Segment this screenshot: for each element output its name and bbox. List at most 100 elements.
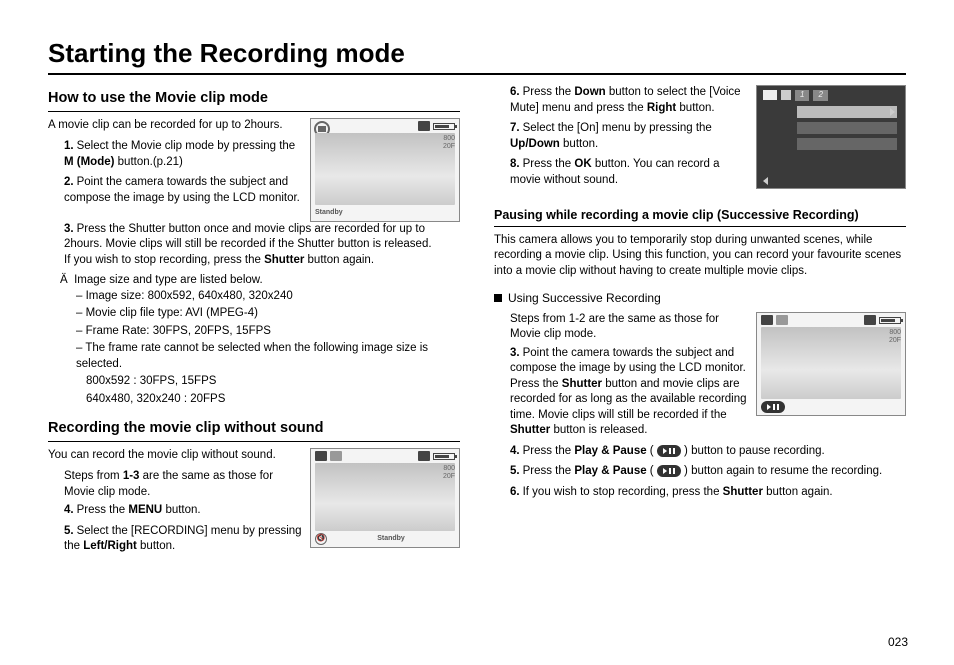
page-title: Starting the Recording mode <box>48 38 906 75</box>
step3-bold: Shutter <box>264 254 304 266</box>
play-pause-icon <box>761 401 785 413</box>
step-1: 1.Select the Movie clip mode by pressing… <box>64 139 302 170</box>
card-icon <box>418 451 430 461</box>
ss6-bold: Shutter <box>723 486 763 498</box>
step-3: 3.Press the Shutter button once and movi… <box>64 222 460 269</box>
movie-icon <box>761 315 773 325</box>
battery-icon <box>433 453 455 460</box>
menu-footer <box>763 177 899 185</box>
lcd-framerate: 20F <box>443 473 455 481</box>
r8-pre: Press the <box>523 158 575 170</box>
mute-circle-icon: 🔇 <box>315 533 327 545</box>
battery-icon <box>433 123 455 130</box>
r7-pre: Select the [On] menu by pressing the <box>523 122 712 134</box>
step-5: 5.Select the [RECORDING] menu by pressin… <box>64 524 302 555</box>
r6-b2: Right <box>647 102 676 114</box>
bullet-640: 640x480, 320x240 : 20FPS <box>48 392 460 408</box>
step3-post: button again. <box>304 254 374 266</box>
menu-row-selected <box>797 106 897 118</box>
square-bullet-icon <box>494 294 502 302</box>
left-column: How to use the Movie clip mode 800 20F S… <box>48 85 460 560</box>
menu-rows <box>797 106 897 154</box>
step1-bold: M (Mode) <box>64 156 114 168</box>
section-without-sound: Recording the movie clip without sound <box>48 419 460 442</box>
lcd-res-size: 800 <box>443 465 455 473</box>
s5-bold: Left/Right <box>83 540 137 552</box>
bullet-restriction: – The frame rate cannot be selected when… <box>48 341 460 372</box>
r7-bold: Up/Down <box>510 138 560 150</box>
bullet-800: 800x592 : 30FPS, 15FPS <box>48 374 460 390</box>
mute-icon <box>330 451 342 461</box>
r8-bold: OK <box>574 158 591 170</box>
r6-post: button. <box>676 102 714 114</box>
r6-pre: Press the <box>523 86 575 98</box>
step-4: 4.Press the MENU button. <box>64 503 302 519</box>
s5-post: button. <box>137 540 175 552</box>
lcd-menu: 1 2 <box>756 85 906 189</box>
bullet-framerate: – Frame Rate: 30FPS, 20FPS, 15FPS <box>48 324 460 340</box>
s4-post: button. <box>162 504 200 516</box>
battery-icon <box>879 317 901 324</box>
preview-photo <box>315 133 455 205</box>
ss6-pre: If you wish to stop recording, press the <box>523 486 723 498</box>
ss-pre: Steps from <box>64 470 123 482</box>
right-column: 1 2 6.Press the Down button to select th… <box>494 85 906 560</box>
succ-step-5: 5.Press the Play & Pause ( ) button agai… <box>510 464 906 480</box>
ss4-pre: Press the <box>523 445 575 457</box>
movie-icon <box>315 451 327 461</box>
preview-photo <box>315 463 455 531</box>
ss3-post: button is released. <box>550 424 647 436</box>
menu-movie-icon <box>763 90 777 100</box>
card-icon <box>864 315 876 325</box>
play-pause-icon <box>657 445 681 457</box>
step1-post: button.(p.21) <box>114 156 182 168</box>
preview-photo <box>761 327 901 399</box>
bullet-filetype: – Movie clip file type: AVI (MPEG-4) <box>48 306 460 322</box>
ss3-b2: Shutter <box>510 424 550 436</box>
standby-label: Standby <box>315 208 343 217</box>
lcd-framerate: 20F <box>889 337 901 345</box>
lcd-framerate: 20F <box>443 143 455 151</box>
ss3-b1: Shutter <box>562 378 602 390</box>
succ-step-3: 3.Point the camera towards the subject a… <box>510 346 748 439</box>
chevron-right-icon <box>890 108 895 116</box>
step-8: 8.Press the OK button. You can record a … <box>510 157 748 188</box>
steps-same-succ: Steps from 1-2 are the same as those for… <box>494 312 748 343</box>
ss-bold: 1-3 <box>123 470 140 482</box>
step-2: 2.Point the camera towards the subject a… <box>64 175 302 206</box>
bullet-size: – Image size: 800x592, 640x480, 320x240 <box>48 289 460 305</box>
pausing-intro: This camera allows you to temporarily st… <box>494 233 906 280</box>
step3-pre: Press the Shutter button once and movie … <box>64 223 432 266</box>
lcd-res-size: 800 <box>889 329 901 337</box>
ss6-post: button again. <box>763 486 833 498</box>
menu-tab-2: 2 <box>813 90 827 101</box>
sub-text: Using Successive Recording <box>508 291 661 305</box>
steps-same-note: Steps from 1-3 are the same as those for… <box>48 469 302 500</box>
ss4-post: button to pause recording. <box>691 445 825 457</box>
step-6: 6.Press the Down button to select the [V… <box>510 85 748 116</box>
sub-successive: Using Successive Recording <box>494 290 906 306</box>
play-pause-icon <box>657 465 681 477</box>
s4-pre: Press the <box>77 504 129 516</box>
lcd-preview-movie: 800 20F Standby <box>310 118 460 222</box>
section-how-to-use: How to use the Movie clip mode <box>48 89 460 112</box>
r7-post: button. <box>560 138 598 150</box>
lcd-preview-mute: 800 20F 🔇 Standby <box>310 448 460 548</box>
step1-pre: Select the Movie clip mode by pressing t… <box>77 140 296 152</box>
standby-label: Standby <box>377 534 405 543</box>
menu-tab-1: 1 <box>795 90 809 101</box>
step-7: 7.Select the [On] menu by pressing the U… <box>510 121 748 152</box>
intro-mute: You can record the movie clip without so… <box>48 448 302 464</box>
card-icon <box>418 121 430 131</box>
lcd-res-readout: 800 20F <box>443 135 455 152</box>
ss5-post: button again to resume the recording. <box>691 465 882 477</box>
lcd-res-readout: 800 20F <box>889 329 901 346</box>
menu-row <box>797 122 897 134</box>
step2-text: Point the camera towards the subject and… <box>64 176 300 204</box>
section-pausing: Pausing while recording a movie clip (Su… <box>494 207 906 227</box>
lcd-res-size: 800 <box>443 135 455 143</box>
intro-text: A movie clip can be recorded for up to 2… <box>48 118 302 134</box>
lcd-res-readout: 800 20F <box>443 465 455 482</box>
star-text: Image size and type are listed below. <box>74 274 263 286</box>
menu-row <box>797 138 897 150</box>
